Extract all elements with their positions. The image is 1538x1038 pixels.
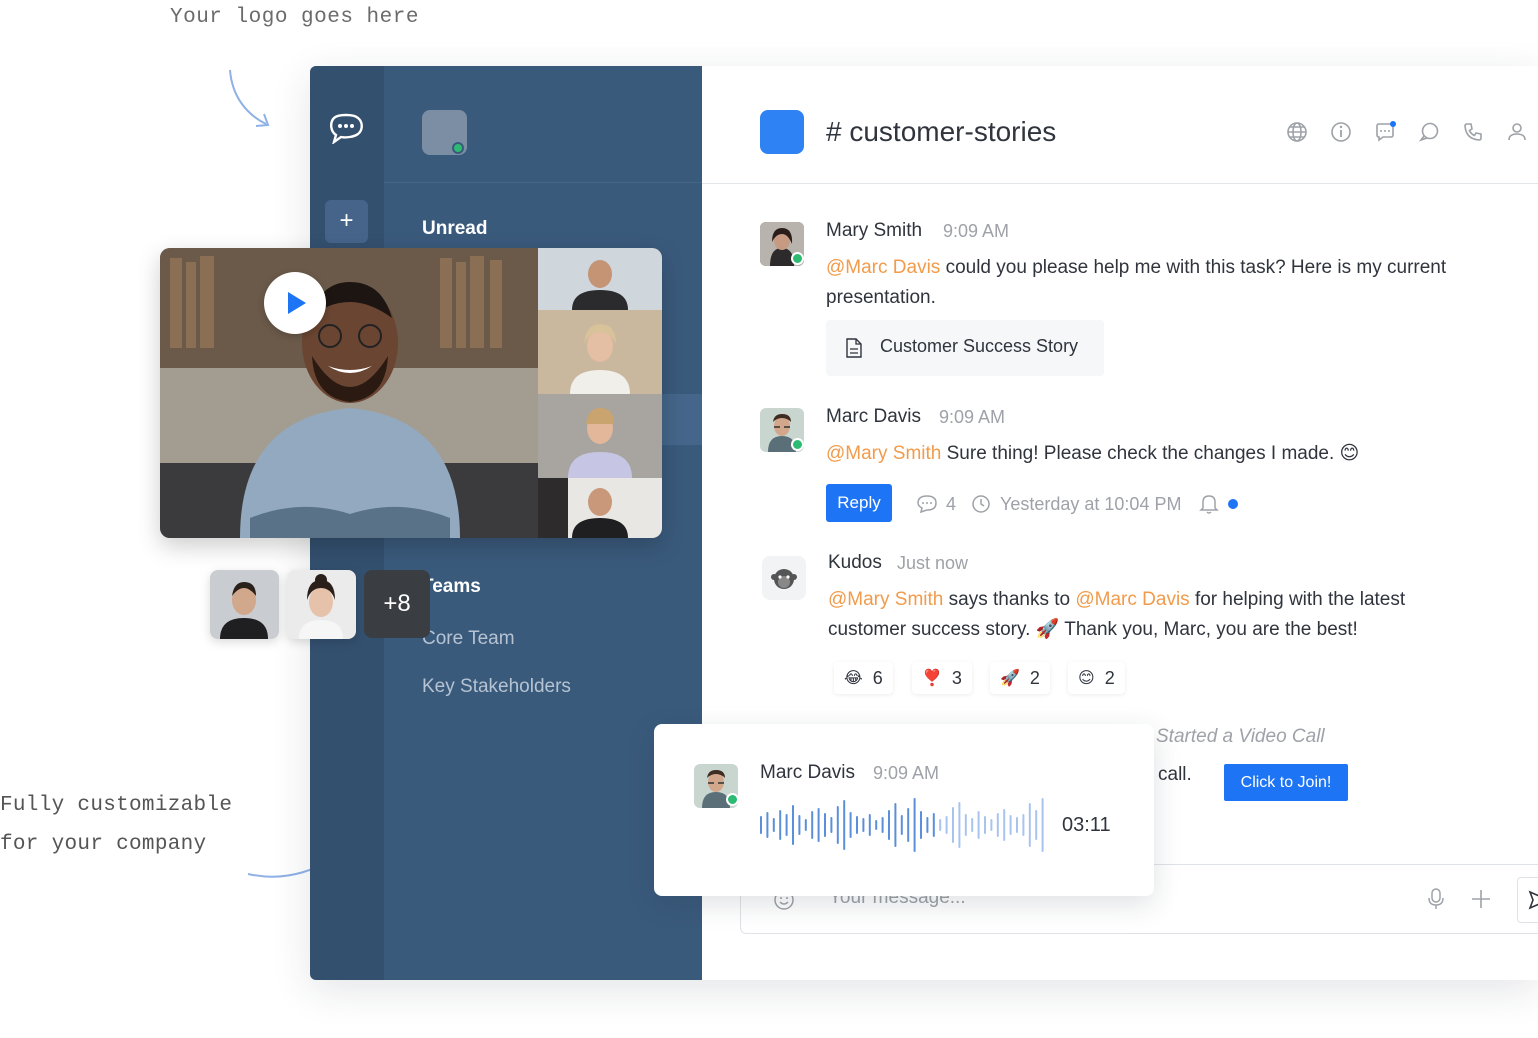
reaction-count: 2	[1104, 667, 1115, 688]
add-workspace-button[interactable]: +	[325, 200, 368, 243]
message-author[interactable]: Marc Davis	[826, 406, 921, 428]
audio-time: 9:09 AM	[873, 763, 940, 783]
reaction-count: 3	[951, 667, 962, 688]
message-text: @Marc Davis could you please help me wit…	[826, 253, 1506, 313]
sidebar-item-key-stakeholders[interactable]: Key Stakeholders	[422, 676, 571, 698]
room-actions	[1286, 121, 1528, 143]
reaction-laugh[interactable]: 😂 6	[834, 662, 893, 694]
user-mention[interactable]: @Mary Smith	[826, 443, 941, 464]
smile-emoji: 😊	[1078, 670, 1095, 687]
message-time: 9:09 AM	[943, 221, 1010, 241]
room-avatar[interactable]	[760, 110, 804, 154]
user-mention[interactable]: @Mary Smith	[828, 589, 943, 610]
add-icon[interactable]	[1471, 889, 1491, 909]
play-icon	[288, 292, 306, 314]
file-attachment[interactable]: Customer Success Story	[826, 320, 1104, 376]
bell-icon[interactable]	[1199, 493, 1219, 515]
call-participants: +8	[210, 570, 430, 639]
audio-author[interactable]: Marc Davis	[760, 762, 855, 784]
heart-emoji: ❣️	[922, 670, 942, 687]
chat-logo-icon[interactable]	[328, 112, 364, 144]
user-mention[interactable]: @Marc Davis	[1075, 589, 1189, 610]
send-icon	[1528, 890, 1538, 910]
phone-icon[interactable]	[1462, 121, 1484, 143]
online-status-indicator	[791, 438, 804, 451]
threads-icon[interactable]	[1374, 121, 1396, 143]
document-icon	[846, 338, 862, 358]
unread-dot	[1228, 499, 1238, 509]
message-body: Sure thing! Please check the changes I m…	[941, 443, 1335, 464]
more-participants-count[interactable]: +8	[364, 570, 430, 638]
participant-avatar[interactable]	[210, 570, 279, 639]
audio-message-card: Marc Davis 9:09 AM 03:11	[654, 724, 1154, 896]
reaction-count: 2	[1029, 667, 1040, 688]
globe-icon[interactable]	[1286, 121, 1308, 143]
participant-avatar[interactable]	[287, 570, 356, 639]
thread-reply-count[interactable]: 4	[946, 494, 956, 515]
call-text: call.	[1158, 764, 1192, 785]
video-participant-tile[interactable]	[538, 394, 662, 478]
reaction-heart[interactable]: ❣️ 3	[912, 662, 972, 694]
smile-emoji: 😊	[1339, 443, 1360, 464]
message-text: @Mary Smith says thanks to @Marc Davis f…	[828, 585, 1518, 645]
video-call-preview[interactable]	[160, 248, 662, 538]
play-button[interactable]	[264, 272, 326, 334]
send-button[interactable]	[1517, 877, 1538, 923]
room-title: # customer-stories	[826, 116, 1057, 147]
message-author[interactable]: Mary Smith	[826, 220, 922, 242]
teams-section-label: Teams	[422, 576, 481, 597]
video-main-participant	[160, 248, 538, 538]
message-text-line-1: could you please help me with this task?…	[940, 257, 1447, 278]
video-participant-tile[interactable]	[538, 248, 662, 310]
audio-waveform[interactable]	[758, 796, 1048, 854]
thread-comment-icon	[917, 495, 937, 514]
reaction-rocket[interactable]: 🚀 2	[990, 662, 1050, 694]
room-header: # customer-stories	[702, 66, 1538, 184]
sidebar-header	[384, 66, 702, 183]
avatar-kudos-bot[interactable]	[762, 556, 806, 600]
customize-annotation: Fully customizable for your company	[0, 786, 232, 864]
online-status-indicator	[452, 142, 464, 154]
sidebar-item-core-team[interactable]: Core Team	[422, 628, 515, 650]
reaction-smile[interactable]: 😊 2	[1068, 662, 1125, 694]
rocket-emoji: 🚀	[1000, 670, 1020, 687]
audio-duration: 03:11	[1062, 814, 1111, 836]
unread-section-label: Unread	[422, 218, 488, 239]
info-icon[interactable]	[1330, 121, 1352, 143]
microphone-icon[interactable]	[1427, 887, 1445, 911]
user-mention[interactable]: @Marc Davis	[826, 257, 940, 278]
logo-arrow-icon	[229, 69, 270, 127]
message-text: @Mary Smith Sure thing! Please check the…	[826, 439, 1506, 469]
logo-annotation: Your logo goes here	[170, 6, 419, 29]
discussion-icon[interactable]	[1418, 121, 1440, 143]
last-reply-time: Yesterday at 10:04 PM	[1000, 494, 1182, 514]
reaction-count: 6	[872, 667, 883, 688]
attachment-name: Customer Success Story	[880, 336, 1079, 356]
customize-line-2: for your company	[0, 833, 207, 856]
message-body-part-1: says thanks to	[943, 589, 1076, 610]
clock-icon	[972, 495, 990, 513]
online-status-indicator	[791, 252, 804, 265]
message-body-part-2: for helping with the latest	[1189, 589, 1406, 610]
message-body-line-2: customer success story. 🚀 Thank you, Mar…	[828, 619, 1358, 640]
message-time: Just now	[897, 553, 969, 573]
customize-line-1: Fully customizable	[0, 794, 233, 817]
laugh-emoji: 😂	[844, 670, 863, 687]
message-time: 9:09 AM	[939, 407, 1006, 427]
video-call-status: Started a Video Call	[1156, 726, 1325, 747]
message-author[interactable]: Kudos	[828, 552, 882, 574]
join-call-button[interactable]: Click to Join!	[1224, 764, 1348, 801]
video-participant-grid	[538, 248, 662, 538]
video-participant-tile[interactable]	[538, 478, 662, 538]
reply-button[interactable]: Reply	[826, 484, 892, 522]
members-icon[interactable]	[1506, 121, 1528, 143]
video-participant-tile[interactable]	[538, 310, 662, 394]
message-text-line-2: presentation.	[826, 287, 936, 308]
online-status-indicator	[726, 793, 739, 806]
